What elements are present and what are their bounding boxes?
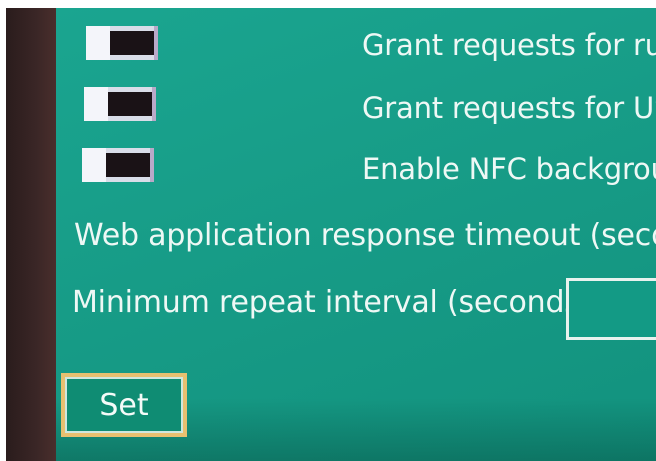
toggle-track: [106, 153, 150, 177]
toggle-knob: [86, 26, 110, 60]
toggle-label-enable-nfc: Enable NFC backgrou: [362, 152, 656, 186]
toggle-track: [108, 92, 152, 116]
toggle-track: [110, 31, 154, 55]
web-timeout-label: Web application response timeout (secon: [74, 218, 656, 253]
toggle-knob: [84, 87, 108, 121]
toggle-enable-nfc[interactable]: [82, 148, 154, 182]
toggle-edge: [154, 26, 158, 60]
toggle-grant-requests-us[interactable]: [84, 87, 156, 121]
set-button[interactable]: Set: [61, 373, 187, 437]
toggle-knob: [82, 148, 106, 182]
toggle-edge: [150, 148, 154, 182]
toggle-edge: [152, 87, 156, 121]
toggle-label-grant-requests-us: Grant requests for US: [362, 91, 656, 125]
device-bezel: [6, 8, 56, 461]
toggle-grant-requests-ru[interactable]: [86, 26, 158, 60]
repeat-interval-input[interactable]: [566, 278, 656, 340]
toggle-label-grant-requests-ru: Grant requests for ru: [362, 28, 656, 62]
repeat-interval-label: Minimum repeat interval (seconds): [72, 285, 592, 320]
